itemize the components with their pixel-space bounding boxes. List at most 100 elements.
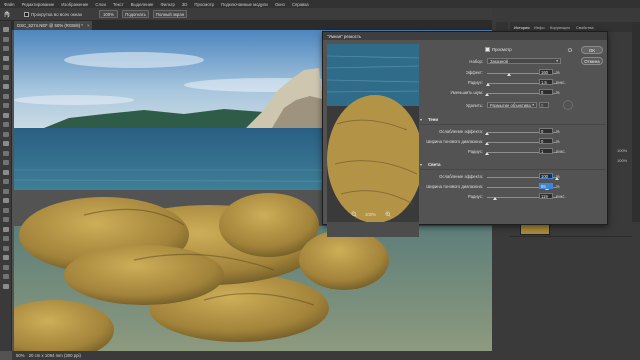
main-2-value-field[interactable]: 0 xyxy=(539,89,553,95)
tool-icon[interactable] xyxy=(3,245,9,251)
panel-tab-info[interactable]: Инфо xyxy=(534,25,545,30)
main-0-slider-thumb[interactable] xyxy=(507,73,512,76)
tool-icon[interactable] xyxy=(3,46,9,51)
tool-icon[interactable] xyxy=(3,236,9,241)
panel-tab-properties[interactable]: Свойства xyxy=(576,25,594,30)
highlights-collapse-chevron-icon[interactable]: ▾ xyxy=(420,162,422,167)
menu-item[interactable]: Фильтр xyxy=(160,2,174,7)
tool-icon[interactable] xyxy=(3,283,9,289)
shadows-1-value-field[interactable]: 0 xyxy=(539,138,553,144)
main-0-unit: % xyxy=(556,70,560,75)
menu-item[interactable]: Слои xyxy=(95,2,105,7)
tool-icon[interactable] xyxy=(3,141,9,146)
remove-value: Размытие объектива xyxy=(490,102,531,108)
main-1-unit: пикс. xyxy=(556,80,566,85)
main-1-slider-thumb[interactable] xyxy=(486,83,491,86)
highlights-0-value-field[interactable]: 100 xyxy=(539,173,553,179)
tool-icon[interactable] xyxy=(3,84,9,89)
menu-item[interactable]: Подключаемые модули xyxy=(221,2,268,7)
menu-item[interactable]: Файл xyxy=(4,2,15,7)
shadows-0-value-field[interactable]: 0 xyxy=(539,128,553,134)
tool-icon[interactable] xyxy=(3,207,9,213)
highlights-0-unit: % xyxy=(556,174,560,179)
panel-scrollbar[interactable] xyxy=(632,22,640,222)
shadows-0-slider-thumb[interactable] xyxy=(485,132,489,135)
fit-screen-button[interactable]: Подогнать xyxy=(122,10,149,18)
menu-item[interactable]: 3D xyxy=(182,2,188,7)
scroll-all-windows-label: Прокрутка во всех окнах xyxy=(31,12,83,17)
shadows-1-label: Ширина тонового диапазона: xyxy=(426,139,483,144)
menu-item[interactable]: Изображение xyxy=(61,2,88,7)
tool-icon[interactable] xyxy=(3,179,9,184)
shadows-0-label: Ослабление эффекта: xyxy=(439,129,483,134)
tool-icon[interactable] xyxy=(3,226,9,232)
preset-dropdown[interactable]: Заказной ▾ xyxy=(487,58,561,64)
highlights-2-unit: пикс. xyxy=(556,194,566,199)
tool-icon[interactable] xyxy=(3,36,9,42)
tool-icon[interactable] xyxy=(3,274,9,279)
main-1-value-field[interactable]: 1,5 xyxy=(539,79,553,85)
shadows-1-unit: % xyxy=(556,139,560,144)
scroll-all-windows-checkbox[interactable] xyxy=(24,12,29,17)
tool-icon[interactable] xyxy=(3,150,9,156)
remove-label: Удалить: xyxy=(465,103,483,108)
angle-dial[interactable] xyxy=(563,100,573,110)
shadows-2-value-field[interactable]: 1 xyxy=(539,148,553,154)
cancel-button[interactable]: Отмена xyxy=(581,57,603,65)
tool-icon[interactable] xyxy=(3,65,9,70)
highlights-1-value-field[interactable]: 85 xyxy=(539,183,553,189)
panel-opacity-value[interactable]: 100% xyxy=(617,148,627,153)
tool-icon[interactable] xyxy=(3,93,9,99)
tool-icon[interactable] xyxy=(3,74,9,80)
menu-item[interactable]: Окно xyxy=(275,2,285,7)
close-icon[interactable]: × xyxy=(87,23,90,28)
main-2-unit: % xyxy=(556,90,560,95)
shadows-collapse-chevron-icon[interactable]: ▾ xyxy=(420,117,422,122)
highlights-2-label: Радиус: xyxy=(467,194,483,199)
ok-button[interactable]: OK xyxy=(581,46,603,54)
tool-icon[interactable] xyxy=(3,160,9,165)
highlights-2-slider-thumb[interactable] xyxy=(493,197,498,200)
tool-icon[interactable] xyxy=(3,217,9,222)
shadows-2-slider-thumb[interactable] xyxy=(485,152,489,155)
tool-icon[interactable] xyxy=(3,55,9,61)
tool-icon[interactable] xyxy=(3,112,9,118)
highlights-2-value-field[interactable]: 119 xyxy=(539,193,553,199)
dialog-preview-pane[interactable] xyxy=(327,44,419,237)
menu-item[interactable]: Текст xyxy=(113,2,124,7)
document-tab[interactable]: DSC_5274.NEF @ 50% (RGB/8) * × xyxy=(14,21,92,30)
tool-icon[interactable] xyxy=(3,27,9,32)
settings-gear-icon[interactable] xyxy=(567,47,573,53)
main-1-label: Радиус: xyxy=(467,80,483,85)
remove-dropdown[interactable]: Размытие объектива ▾ xyxy=(487,102,537,108)
tool-icon[interactable] xyxy=(3,188,9,194)
menu-item[interactable]: Просмотр xyxy=(194,2,214,7)
tool-icon[interactable] xyxy=(3,198,9,203)
status-zoom[interactable]: 50% xyxy=(16,353,25,358)
smart-sharpen-dialog: "Умная" резкость 100% Просмотр OK Отмена… xyxy=(322,31,608,237)
full-screen-button[interactable]: Полный экран xyxy=(153,10,187,18)
hand-tool-icon[interactable] xyxy=(3,10,11,18)
preview-checkbox[interactable] xyxy=(485,47,490,52)
remove-angle-field[interactable]: 0 xyxy=(539,102,549,108)
panel-fill-value[interactable]: 100% xyxy=(617,158,627,163)
tool-icon[interactable] xyxy=(3,264,9,270)
preset-label: Набор: xyxy=(469,59,483,64)
tool-icon[interactable] xyxy=(3,255,9,260)
zoom-in-icon[interactable] xyxy=(385,211,391,217)
panel-tab-adjustments[interactable]: Коррекция xyxy=(550,25,570,30)
panel-tab-history[interactable]: История xyxy=(514,25,530,30)
menu-item[interactable]: Выделение xyxy=(131,2,154,7)
chevron-down-icon: ▾ xyxy=(556,59,558,63)
tool-icon[interactable] xyxy=(3,103,9,108)
shadows-1-slider-thumb[interactable] xyxy=(485,142,489,145)
menu-item[interactable]: Редактирование xyxy=(22,2,55,7)
main-2-slider-thumb[interactable] xyxy=(485,93,489,96)
tool-icon[interactable] xyxy=(3,122,9,127)
tool-icon[interactable] xyxy=(3,169,9,175)
zoom-out-icon[interactable] xyxy=(351,211,357,217)
tool-icon[interactable] xyxy=(3,131,9,137)
main-0-value-field[interactable]: 160 xyxy=(539,69,553,75)
zoom-100-button[interactable]: 100% xyxy=(99,10,118,18)
menu-item[interactable]: Справка xyxy=(292,2,309,7)
